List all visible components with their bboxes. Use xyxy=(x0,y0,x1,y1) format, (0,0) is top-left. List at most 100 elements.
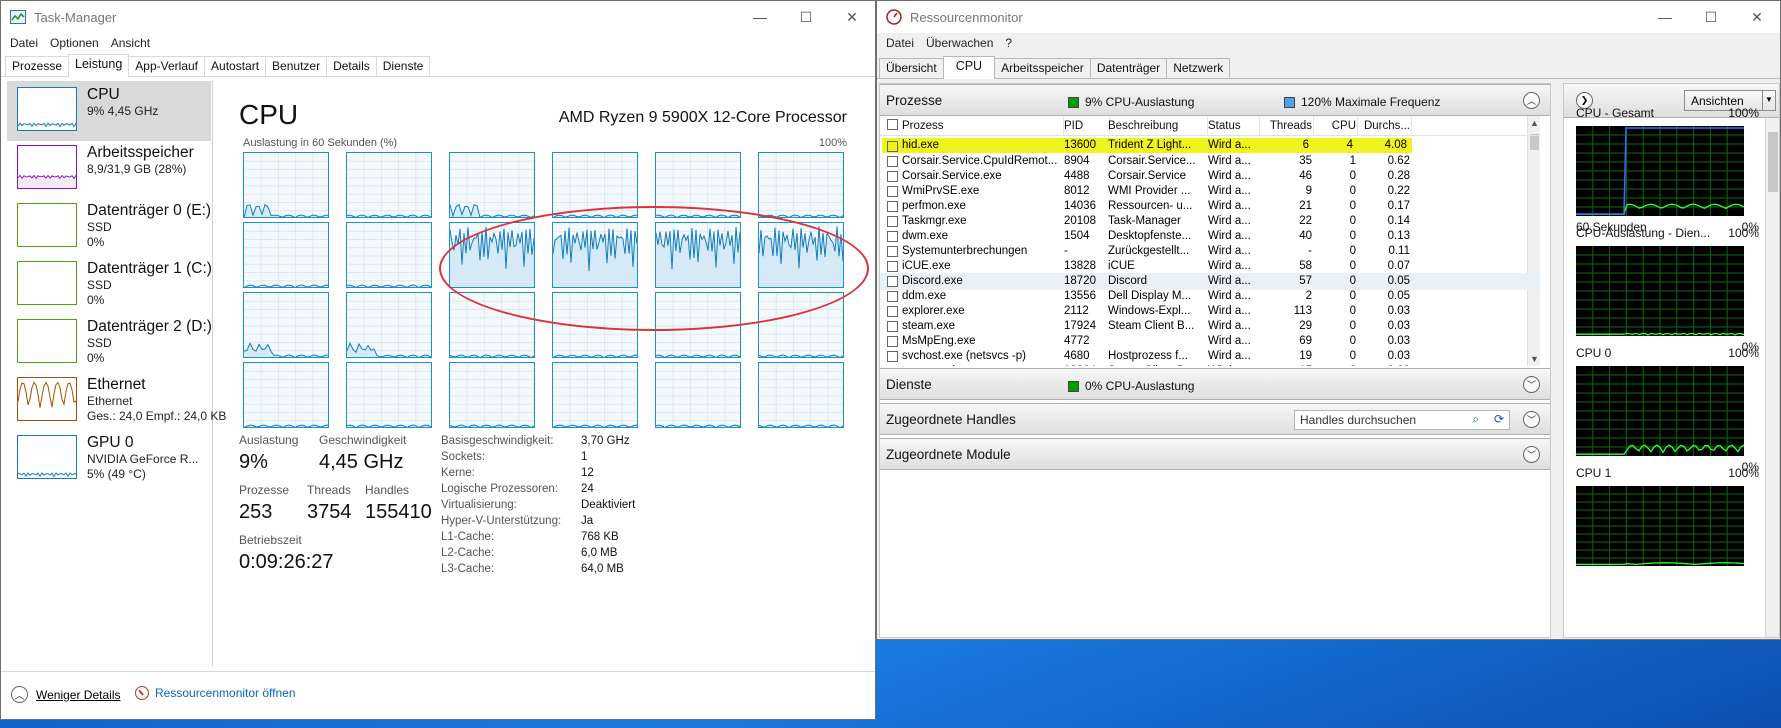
tab-autostart[interactable]: Autostart xyxy=(204,56,267,76)
sidebar-item-datentr-ger-1-c[interactable]: Datenträger 1 (C:) SSD 0% xyxy=(7,255,212,315)
row-checkbox[interactable] xyxy=(887,246,898,257)
tab-arbeitsspeicher[interactable]: Arbeitsspeicher xyxy=(994,58,1091,78)
table-cell: 0.62 xyxy=(1387,155,1410,167)
tab-netzwerk[interactable]: Netzwerk xyxy=(1166,58,1231,78)
menu-ansicht[interactable]: Ansicht xyxy=(105,36,156,50)
row-checkbox[interactable] xyxy=(887,186,898,197)
mini-graph xyxy=(1576,126,1744,216)
tab-details[interactable]: Details xyxy=(326,56,377,76)
menu-help[interactable]: ? xyxy=(999,36,1018,50)
tab-prozesse[interactable]: Prozesse xyxy=(5,56,70,76)
table-cell: 4 xyxy=(1314,138,1356,153)
menu-datei[interactable]: Datei xyxy=(4,36,44,50)
column-header[interactable]: Durchs... xyxy=(1358,120,1410,132)
sidebar-item-sub1: NVIDIA GeForce R... xyxy=(87,452,199,466)
table-cell: 113 xyxy=(1293,305,1312,317)
table-cell: - xyxy=(1308,245,1312,257)
table-cell: Wird a... xyxy=(1208,170,1251,182)
section-module[interactable]: Zugeordnete Module ﹀ xyxy=(880,438,1550,470)
table-cell: 46 xyxy=(1299,170,1312,182)
spec-value: 768 KB xyxy=(581,531,619,543)
cpu-usage-swatch xyxy=(1068,96,1079,108)
column-header[interactable]: Beschreibung xyxy=(1108,120,1206,132)
column-separator[interactable] xyxy=(1411,116,1412,136)
chevron-up-icon[interactable]: ︿ xyxy=(1523,92,1540,109)
row-checkbox[interactable] xyxy=(887,261,898,272)
maximize-button[interactable]: ☐ xyxy=(783,1,829,33)
row-checkbox[interactable] xyxy=(887,156,898,167)
sidebar-item-text: Arbeitsspeicher 8,9/31,9 GB (28%) xyxy=(87,144,194,177)
menu-datei[interactable]: Datei xyxy=(880,36,920,50)
sidebar-item-name: GPU 0 xyxy=(87,434,134,451)
resource-monitor-link[interactable]: Ressourcenmonitor öffnen xyxy=(155,686,296,700)
row-checkbox[interactable] xyxy=(887,231,898,242)
row-checkbox[interactable] xyxy=(887,216,898,227)
search-icon[interactable]: ⌕ xyxy=(1472,412,1479,427)
close-button[interactable]: ✕ xyxy=(829,1,875,33)
cpu-usage-line xyxy=(656,223,740,287)
tab-app-verlauf[interactable]: App-Verlauf xyxy=(128,56,206,76)
close-button[interactable]: ✕ xyxy=(1734,1,1780,33)
tab-cpu[interactable]: CPU xyxy=(942,56,996,79)
row-checkbox[interactable] xyxy=(887,276,898,287)
row-checkbox[interactable] xyxy=(887,201,898,212)
column-header[interactable]: PID xyxy=(1064,120,1108,132)
column-header[interactable]: Prozess xyxy=(902,120,1062,132)
sidebar-item-datentr-ger-2-d[interactable]: Datenträger 2 (D:) SSD 0% xyxy=(7,313,212,373)
table-cell: 0.03 xyxy=(1387,305,1410,317)
rm-sections: Prozesse 9% CPU-Auslastung 120% Maximale… xyxy=(879,83,1551,638)
row-checkbox[interactable] xyxy=(887,321,898,332)
tab-leistung[interactable]: Leistung xyxy=(68,54,130,77)
sidebar-item-ethernet[interactable]: Ethernet Ethernet Ges.: 24,0 Empf.: 24,0 K… xyxy=(7,371,226,431)
open-resource-monitor[interactable]: Ressourcenmonitor öffnen xyxy=(135,686,296,700)
chevron-down-icon[interactable]: ﹀ xyxy=(1523,446,1540,463)
column-header[interactable]: Threads xyxy=(1260,120,1312,132)
row-checkbox[interactable] xyxy=(887,306,898,317)
logical-processor-graph xyxy=(243,362,329,428)
table-cell: 0 xyxy=(1349,200,1356,212)
handles-search-input[interactable]: Handles durchsuchen ⌕ ⟳ xyxy=(1294,410,1510,430)
column-header[interactable]: CPU xyxy=(1314,120,1356,132)
column-header[interactable]: Status xyxy=(1208,120,1258,132)
chevron-down-icon[interactable]: ﹀ xyxy=(1523,376,1540,393)
cpu-panel: CPU AMD Ryzen 9 5900X 12-Core Processor … xyxy=(213,81,875,666)
betriebszeit-value: 0:09:26:27 xyxy=(239,551,334,573)
scroll-thumb[interactable] xyxy=(1768,132,1778,192)
sidebar-item-sub1: 9% 4,45 GHz xyxy=(87,104,159,118)
fewer-details[interactable]: ︿ Weniger Details xyxy=(11,686,120,703)
table-cell: Wird a... xyxy=(1208,138,1258,153)
sidebar-item-arbeitsspeicher[interactable]: Arbeitsspeicher 8,9/31,9 GB (28%) xyxy=(7,139,211,199)
menu-ueberwachen[interactable]: Überwachen xyxy=(920,36,999,50)
tab-dienste[interactable]: Dienste xyxy=(375,56,431,76)
table-cell: 58 xyxy=(1299,260,1312,272)
chevron-down-icon[interactable]: ﹀ xyxy=(1523,411,1540,428)
menu-optionen[interactable]: Optionen xyxy=(44,36,105,50)
cpu-usage-line xyxy=(450,223,534,287)
section-dienste[interactable]: Dienste 0% CPU-Auslastung ﹀ xyxy=(880,368,1550,400)
maximize-button[interactable]: ☐ xyxy=(1688,1,1734,33)
minimize-button[interactable]: — xyxy=(737,1,783,33)
section-handles[interactable]: Zugeordnete Handles Handles durchsuchen ⌕… xyxy=(880,403,1550,435)
tab-datentraeger[interactable]: Datenträger xyxy=(1089,58,1168,78)
tab-uebersicht[interactable]: Übersicht xyxy=(879,58,944,78)
row-checkbox[interactable] xyxy=(887,141,898,152)
tab-benutzer[interactable]: Benutzer xyxy=(265,56,328,76)
select-all-checkbox[interactable] xyxy=(887,119,898,130)
sidebar-item-cpu[interactable]: CPU 9% 4,45 GHz xyxy=(7,81,211,141)
table-cell: 4488 xyxy=(1064,170,1090,182)
table-row[interactable]: steamcmd.exe13364Steam Client B...Wird a… xyxy=(880,363,1540,366)
minimize-button[interactable]: — xyxy=(1642,1,1688,33)
refresh-icon[interactable]: ⟳ xyxy=(1494,412,1504,426)
sidebar-item-datentr-ger-0-e[interactable]: Datenträger 0 (E:) SSD 0% xyxy=(7,197,211,257)
row-checkbox[interactable] xyxy=(887,171,898,182)
row-checkbox[interactable] xyxy=(887,351,898,362)
graph-panel-scrollbar[interactable] xyxy=(1765,118,1779,637)
table-cell: Wird a... xyxy=(1208,185,1251,197)
row-checkbox[interactable] xyxy=(887,336,898,347)
row-checkbox[interactable] xyxy=(887,291,898,302)
graph-max: 100% xyxy=(818,137,847,149)
table-cell: 1504 xyxy=(1064,230,1090,242)
table-cell: steamcmd.exe xyxy=(902,365,1062,366)
sidebar-item-gpu-0[interactable]: GPU 0 NVIDIA GeForce R... 5% (49 °C) xyxy=(7,429,211,489)
section-prozesse[interactable]: Prozesse 9% CPU-Auslastung 120% Maximale… xyxy=(880,84,1550,116)
